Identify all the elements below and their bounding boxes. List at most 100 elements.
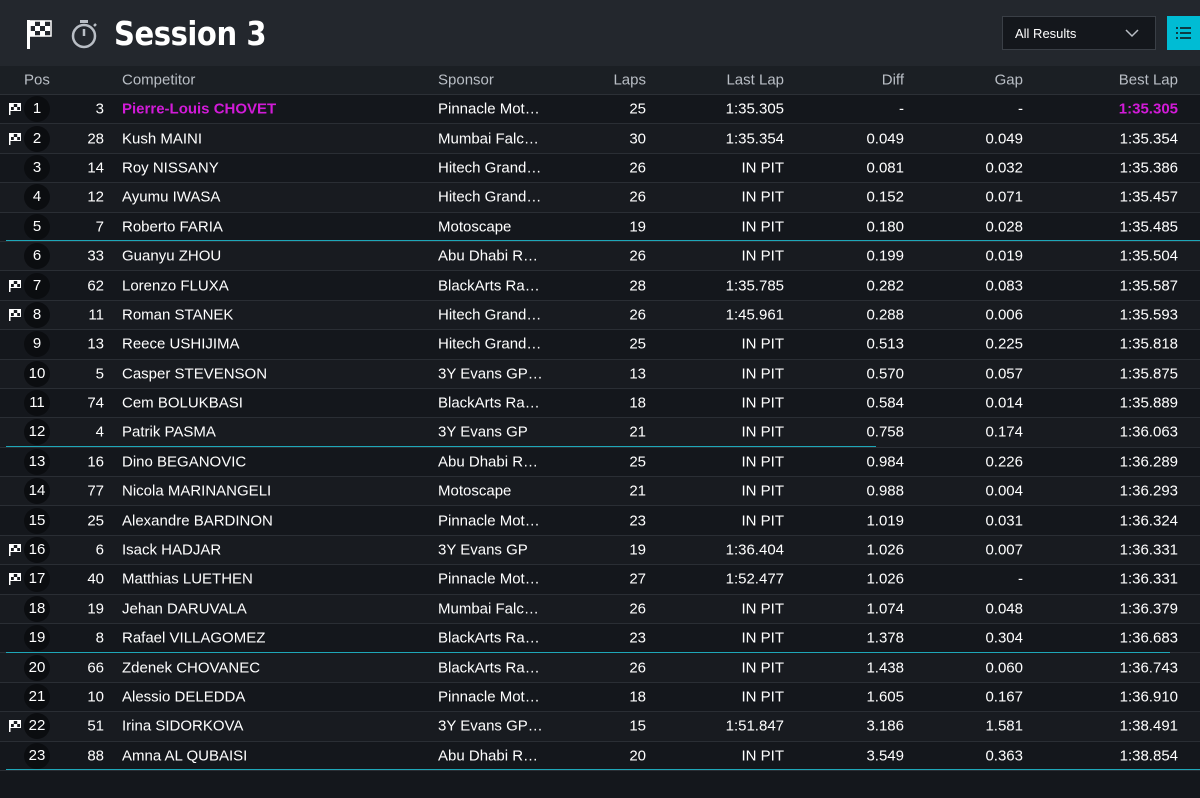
gap: 1.581 <box>985 717 1023 735</box>
gap: 0.071 <box>985 188 1023 206</box>
results-table: Pos Competitor Sponsor Laps Last Lap Dif… <box>0 66 1200 771</box>
table-row[interactable]: 3 14 Roy NISSANY Hitech Grand… 26 IN PIT 0.081… <box>0 154 1200 184</box>
diff: 1.074 <box>866 600 904 618</box>
competitor-name: Jehan DARUVALA <box>122 600 247 618</box>
gap: - <box>1018 570 1023 588</box>
sponsor: Motoscape <box>438 482 512 500</box>
table-row[interactable]: 11 74 Cem BOLUKBASI BlackArts Ra… 18 IN PIT 0.… <box>0 389 1200 419</box>
table-row[interactable]: 19 8 Rafael VILLAGOMEZ BlackArts Ra… 23 IN PI… <box>0 624 1200 654</box>
gap: 0.225 <box>985 335 1023 353</box>
last-lap: 1:45.961 <box>725 306 784 324</box>
sponsor: 3Y Evans GP… <box>438 717 543 735</box>
table-row[interactable]: 6 33 Guanyu ZHOU Abu Dhabi R… 26 IN PIT 0.199 0… <box>0 241 1200 272</box>
best-lap: 1:36.293 <box>1119 482 1178 500</box>
last-lap: IN PIT <box>741 159 784 177</box>
table-row[interactable]: 7 62 Lorenzo FLUXA BlackArts Ra… 28 1:35.785 0… <box>0 271 1200 301</box>
column-header-diff[interactable]: Diff <box>882 72 904 89</box>
competitor-name: Reece USHIJIMA <box>122 335 240 353</box>
sponsor: Pinnacle Mot… <box>438 512 540 530</box>
table-row[interactable]: 18 19 Jehan DARUVALA Mumbai Falc… 26 IN PIT 1.… <box>0 594 1200 625</box>
last-lap: IN PIT <box>741 482 784 500</box>
competitor-name: Dino BEGANOVIC <box>122 453 247 471</box>
column-header-sponsor[interactable]: Sponsor <box>438 72 494 89</box>
competitor-name: Patrik PASMA <box>122 423 216 441</box>
competitor-name: Zdenek CHOVANEC <box>122 659 261 677</box>
column-header-laps[interactable]: Laps <box>613 72 646 89</box>
column-header-best-lap[interactable]: Best Lap <box>1119 72 1178 89</box>
laps: 26 <box>629 659 646 677</box>
group-divider <box>6 651 1170 653</box>
table-row[interactable]: 17 40 Matthias LUETHEN Pinnacle Mot… 27 1:52.… <box>0 565 1200 595</box>
gap: 0.019 <box>985 247 1023 265</box>
diff: 1.019 <box>866 512 904 530</box>
sponsor: Hitech Grand… <box>438 335 542 353</box>
table-row[interactable]: 5 7 Roberto FARIA Motoscape 19 IN PIT 0.180 0.0… <box>0 213 1200 242</box>
column-header-competitor[interactable]: Competitor <box>122 72 195 89</box>
table-row[interactable]: 20 66 Zdenek CHOVANEC BlackArts Ra… 26 IN PIT… <box>0 653 1200 683</box>
table-row[interactable]: 8 11 Roman STANEK Hitech Grand… 26 1:45.961 0.… <box>0 300 1200 331</box>
best-lap: 1:35.457 <box>1119 188 1178 206</box>
best-lap: 1:35.889 <box>1119 394 1178 412</box>
table-row[interactable]: 22 51 Irina SIDORKOVA 3Y Evans GP… 15 1:51.84… <box>0 712 1200 742</box>
best-lap: 1:36.743 <box>1119 659 1178 677</box>
diff: 0.513 <box>866 335 904 353</box>
diff: 0.152 <box>866 188 904 206</box>
table-row[interactable]: 9 13 Reece USHIJIMA Hitech Grand… 25 IN PIT 0.… <box>0 330 1200 360</box>
table-row[interactable]: 15 25 Alexandre BARDINON Pinnacle Mot… 23 IN … <box>0 506 1200 536</box>
best-lap: 1:35.593 <box>1119 306 1178 324</box>
laps: 21 <box>629 423 646 441</box>
last-lap: IN PIT <box>741 688 784 706</box>
chevron-down-icon <box>1125 29 1139 38</box>
pos-badge: 2 <box>24 125 50 152</box>
competitor-name: Roman STANEK <box>122 306 234 324</box>
car-number: 6 <box>95 541 104 559</box>
table-row[interactable]: 16 6 Isack HADJAR 3Y Evans GP 19 1:36.404 1.02… <box>0 535 1200 566</box>
diff: 0.282 <box>866 277 904 295</box>
diff: 0.199 <box>866 247 904 265</box>
gap: 0.006 <box>985 306 1023 324</box>
diff: 0.758 <box>866 423 904 441</box>
column-header-pos[interactable]: Pos <box>24 72 50 89</box>
finish-flag-icon <box>8 719 22 733</box>
car-number: 77 <box>87 482 104 500</box>
laps: 13 <box>629 365 646 383</box>
competitor-name: Pierre-Louis CHOVET <box>122 100 277 118</box>
page-title: Session 3 <box>114 14 267 53</box>
table-row[interactable]: 23 88 Amna AL QUBAISI Abu Dhabi R… 20 IN PIT 3… <box>0 742 1200 771</box>
gap: 0.048 <box>985 600 1023 618</box>
sponsor: Abu Dhabi R… <box>438 453 539 471</box>
sponsor: Abu Dhabi R… <box>438 747 539 765</box>
gap: 0.226 <box>985 453 1023 471</box>
best-lap: 1:38.854 <box>1119 747 1178 765</box>
diff: 0.984 <box>866 453 904 471</box>
pos-badge: 17 <box>24 566 50 593</box>
competitor-name: Ayumu IWASA <box>122 188 221 206</box>
table-row[interactable]: 2 28 Kush MAINI Mumbai Falc… 30 1:35.354 0.049… <box>0 124 1200 154</box>
best-lap: 1:36.324 <box>1119 512 1178 530</box>
table-row[interactable]: 10 5 Casper STEVENSON 3Y Evans GP… 13 IN PIT 0… <box>0 359 1200 389</box>
table-row[interactable]: 13 16 Dino BEGANOVIC Abu Dhabi R… 25 IN PIT 0.… <box>0 448 1200 478</box>
column-header-last-lap[interactable]: Last Lap <box>726 72 784 89</box>
table-row[interactable]: 1 3 Pierre-Louis CHOVET Pinnacle Mot… 25 1:35… <box>0 95 1200 125</box>
car-number: 19 <box>87 600 104 618</box>
pos-badge: 13 <box>24 448 50 475</box>
column-header-gap[interactable]: Gap <box>995 72 1023 89</box>
diff: 1.438 <box>866 659 904 677</box>
laps: 19 <box>629 541 646 559</box>
table-row[interactable]: 12 4 Patrik PASMA 3Y Evans GP 21 IN PIT 0.758 0… <box>0 418 1200 448</box>
best-lap: 1:35.305 <box>1118 100 1178 118</box>
table-row[interactable]: 4 12 Ayumu IWASA Hitech Grand… 26 IN PIT 0.152… <box>0 183 1200 213</box>
list-view-button[interactable] <box>1167 16 1200 50</box>
pos-badge: 21 <box>24 684 50 710</box>
gap: 0.031 <box>985 512 1023 530</box>
table-row[interactable]: 21 10 Alessio DELEDDA Pinnacle Mot… 18 IN PIT… <box>0 683 1200 713</box>
competitor-name: Casper STEVENSON <box>122 365 268 383</box>
competitor-name: Lorenzo FLUXA <box>122 277 229 295</box>
laps: 25 <box>629 453 646 471</box>
last-lap: IN PIT <box>741 394 784 412</box>
results-filter-dropdown[interactable]: All Results <box>1002 16 1156 50</box>
diff: 3.186 <box>866 717 904 735</box>
sponsor: 3Y Evans GP… <box>438 365 543 383</box>
table-row[interactable]: 14 77 Nicola MARINANGELI Motoscape 21 IN PIT 0… <box>0 477 1200 507</box>
competitor-name: Irina SIDORKOVA <box>122 717 244 735</box>
